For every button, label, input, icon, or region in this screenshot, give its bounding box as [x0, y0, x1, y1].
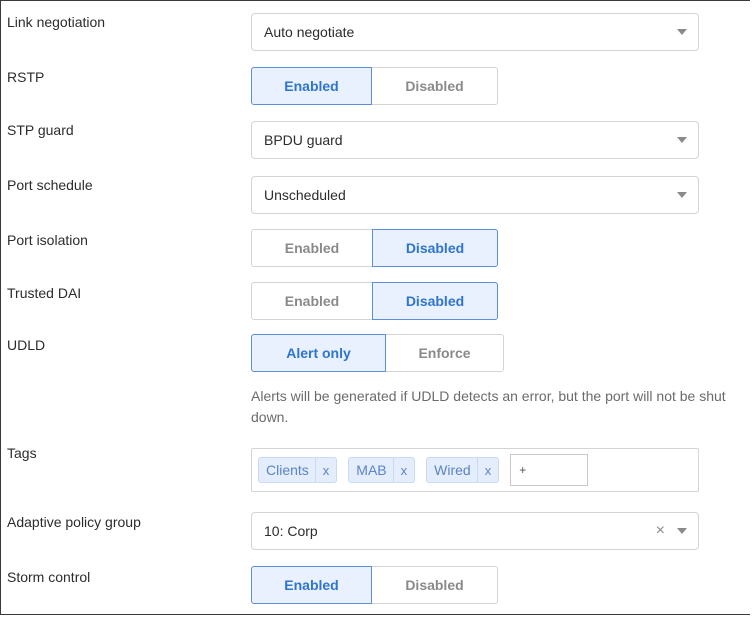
udld-alert-only-option[interactable]: Alert only — [251, 334, 386, 372]
trusted-dai-disabled-option[interactable]: Disabled — [372, 282, 498, 320]
storm-control-label: Storm control — [7, 569, 91, 585]
trusted-dai-enabled-option[interactable]: Enabled — [251, 282, 372, 320]
chevron-down-icon — [677, 528, 687, 534]
chevron-down-icon — [677, 29, 687, 35]
stp-guard-select[interactable]: BPDU guard — [251, 121, 699, 159]
stp-guard-value: BPDU guard — [264, 132, 343, 148]
chevron-down-icon — [677, 192, 687, 198]
port-schedule-select[interactable]: Unscheduled — [251, 176, 699, 214]
adaptive-policy-group-select[interactable]: 10: Corp × — [251, 512, 699, 550]
link-negotiation-label: Link negotiation — [7, 14, 106, 30]
tags-label: Tags — [7, 445, 37, 461]
tag-chip: Wired x — [426, 457, 500, 483]
clear-icon[interactable]: × — [656, 522, 665, 540]
port-isolation-toggle: Enabled Disabled — [251, 229, 498, 267]
udld-toggle: Alert only Enforce — [251, 334, 504, 372]
trusted-dai-label: Trusted DAI — [7, 285, 82, 301]
adaptive-policy-group-label: Adaptive policy group — [7, 514, 141, 530]
chevron-down-icon — [677, 137, 687, 143]
remove-tag-icon[interactable]: x — [478, 458, 499, 482]
adaptive-policy-group-value: 10: Corp — [264, 523, 318, 539]
tag-label: Clients — [259, 458, 316, 482]
tag-label: Wired — [427, 458, 478, 482]
rstp-label: RSTP — [7, 69, 45, 85]
storm-control-toggle: Enabled Disabled — [251, 566, 498, 604]
storm-control-disabled-option[interactable]: Disabled — [372, 566, 498, 604]
stp-guard-label: STP guard — [7, 122, 74, 138]
tag-chip: MAB x — [348, 457, 416, 483]
rstp-disabled-option[interactable]: Disabled — [372, 67, 498, 105]
udld-enforce-option[interactable]: Enforce — [386, 334, 504, 372]
link-negotiation-select[interactable]: Auto negotiate — [251, 13, 699, 51]
udld-label: UDLD — [7, 337, 46, 353]
remove-tag-icon[interactable]: x — [316, 458, 337, 482]
rstp-enabled-option[interactable]: Enabled — [251, 67, 372, 105]
rstp-toggle: Enabled Disabled — [251, 67, 498, 105]
port-isolation-enabled-option[interactable]: Enabled — [251, 229, 372, 267]
port-schedule-label: Port schedule — [7, 177, 93, 193]
add-tag-input[interactable]: + — [510, 454, 589, 486]
port-isolation-disabled-option[interactable]: Disabled — [372, 229, 498, 267]
storm-control-enabled-option[interactable]: Enabled — [251, 566, 372, 604]
tag-label: MAB — [349, 458, 394, 482]
port-schedule-value: Unscheduled — [264, 187, 346, 203]
tags-field[interactable]: Clients x MAB x Wired x + — [251, 448, 699, 492]
link-negotiation-value: Auto negotiate — [264, 24, 355, 40]
tag-chip: Clients x — [258, 457, 338, 483]
udld-help-text: Alerts will be generated if UDLD detects… — [251, 388, 726, 425]
port-isolation-label: Port isolation — [7, 232, 88, 248]
remove-tag-icon[interactable]: x — [394, 458, 415, 482]
trusted-dai-toggle: Enabled Disabled — [251, 282, 498, 320]
